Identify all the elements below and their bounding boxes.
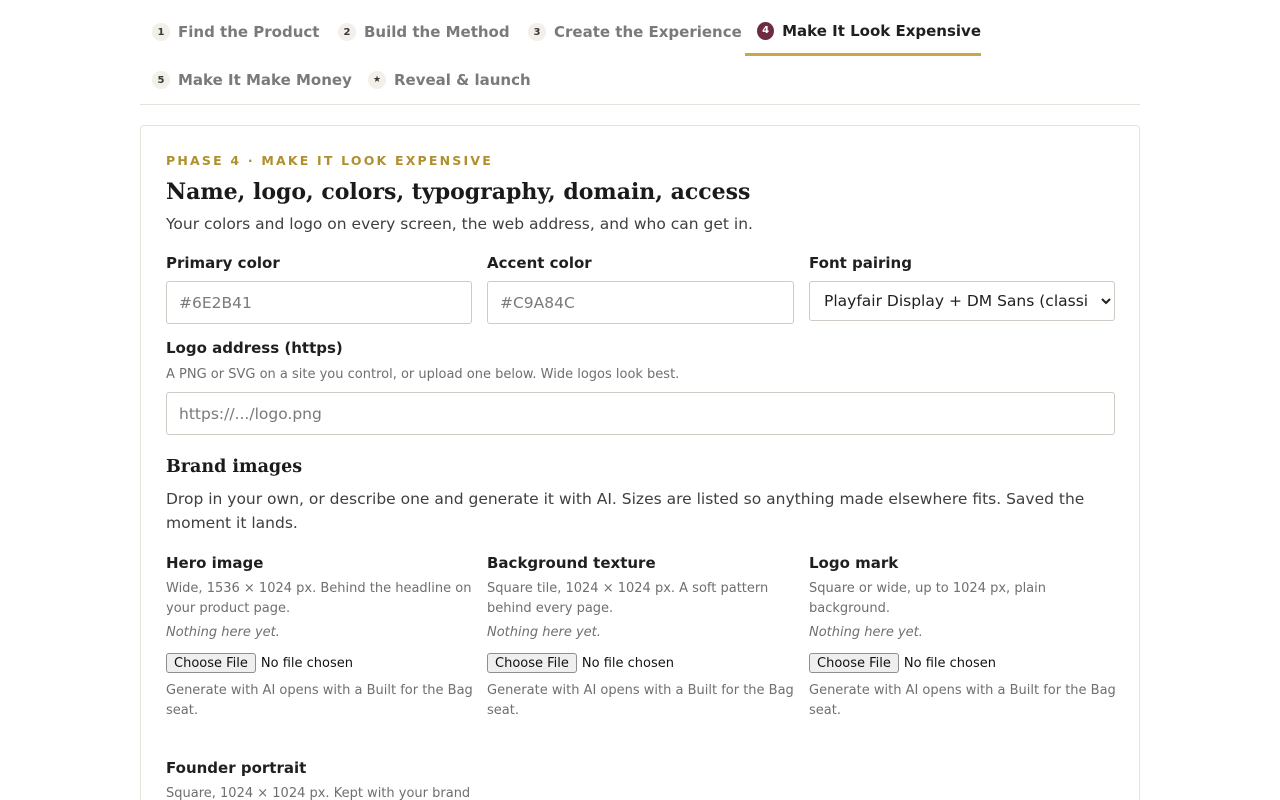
phase-subtitle: Your colors and logo on every screen, th… (166, 215, 753, 233)
tab-make-it-look-expensive[interactable]: 4 Make It Look Expensive (745, 8, 981, 56)
tab-reveal-and-launch[interactable]: ★ Reveal & launch (368, 56, 531, 104)
slot-empty-state: Nothing here yet. (809, 625, 923, 640)
accent-color-input[interactable] (487, 281, 794, 324)
tab-label: Make It Make Money (178, 71, 352, 89)
tab-number-badge: 1 (152, 23, 170, 41)
tab-find-the-product[interactable]: 1 Find the Product (152, 8, 319, 56)
tab-label: Make It Look Expensive (782, 21, 981, 40)
tab-label: Reveal & launch (394, 71, 531, 89)
slot-title: Founder portrait (166, 759, 307, 777)
brand-images-description: Drop in your own, or describe one and ge… (166, 490, 1085, 532)
slot-title: Logo mark (809, 554, 899, 572)
slot-description: Square, 1024 × 1024 px. Kept with your b… (166, 786, 471, 800)
generate-note: Generate with AI opens with a Built for … (809, 683, 1116, 718)
slot-description: Square tile, 1024 × 1024 px. A soft patt… (487, 581, 769, 616)
slot-empty-state: Nothing here yet. (166, 625, 280, 640)
tab-number-badge: 4 (757, 21, 775, 40)
brand-images-title: Brand images (166, 457, 303, 477)
primary-color-label: Primary color (166, 254, 280, 272)
logo-address-label: Logo address (https) (166, 339, 343, 357)
slot-title: Hero image (166, 554, 264, 572)
phase-card: PHASE 4 · MAKE IT LOOK EXPENSIVE Name, l… (140, 125, 1140, 800)
tab-make-it-make-money[interactable]: 5 Make It Make Money (152, 56, 352, 104)
font-pairing-label: Font pairing (809, 254, 912, 272)
file-picker: Choose File No file chosen (809, 653, 1119, 673)
hero-image-slot: Hero image Wide, 1536 × 1024 px. Behind … (166, 554, 476, 721)
phase-tabs: 1 Find the Product 2 Build the Method 3 … (140, 0, 1140, 105)
tab-number-badge: 3 (528, 23, 546, 41)
choose-file-button[interactable]: Choose File (166, 653, 256, 673)
tab-label: Create the Experience (554, 23, 742, 41)
star-icon: ★ (368, 71, 386, 89)
file-status: No file chosen (581, 655, 674, 671)
tab-build-the-method[interactable]: 2 Build the Method (338, 8, 510, 56)
slot-description: Square or wide, up to 1024 px, plain bac… (809, 581, 1047, 616)
file-status: No file chosen (903, 655, 996, 671)
background-texture-slot: Background texture Square tile, 1024 × 1… (487, 554, 797, 721)
generate-note: Generate with AI opens with a Built for … (487, 683, 794, 718)
slot-description: Wide, 1536 × 1024 px. Behind the headlin… (166, 581, 472, 616)
choose-file-button[interactable]: Choose File (487, 653, 577, 673)
slot-empty-state: Nothing here yet. (487, 625, 601, 640)
file-picker: Choose File No file chosen (487, 653, 797, 673)
logo-address-hint: A PNG or SVG on a site you control, or u… (166, 367, 680, 382)
logo-address-input[interactable] (166, 392, 1115, 435)
phase-eyebrow: PHASE 4 · MAKE IT LOOK EXPENSIVE (166, 153, 493, 168)
generate-note: Generate with AI opens with a Built for … (166, 683, 473, 718)
font-pairing-select[interactable]: Playfair Display + DM Sans (classic) (809, 281, 1115, 321)
logo-mark-slot: Logo mark Square or wide, up to 1024 px,… (809, 554, 1119, 721)
primary-color-input[interactable] (166, 281, 472, 324)
tab-number-badge: 5 (152, 71, 170, 89)
file-picker: Choose File No file chosen (166, 653, 476, 673)
phase-title: Name, logo, colors, typography, domain, … (166, 179, 751, 205)
file-status: No file chosen (260, 655, 353, 671)
choose-file-button[interactable]: Choose File (809, 653, 899, 673)
tab-number-badge: 2 (338, 23, 356, 41)
founder-portrait-slot: Founder portrait Square, 1024 × 1024 px.… (166, 759, 476, 800)
tab-label: Build the Method (364, 23, 510, 41)
slot-title: Background texture (487, 554, 656, 572)
tab-label: Find the Product (178, 23, 320, 41)
tab-create-the-experience[interactable]: 3 Create the Experience (528, 8, 742, 56)
accent-color-label: Accent color (487, 254, 592, 272)
